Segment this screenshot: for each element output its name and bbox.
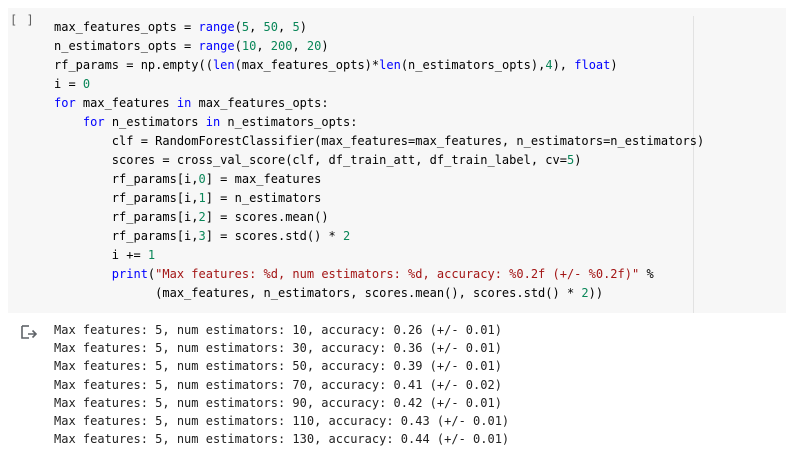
code-token: 2 [581, 286, 589, 300]
code-line: i = 0 [54, 75, 704, 94]
code-token: 10 [241, 39, 257, 53]
code-cell[interactable]: max_features_opts = range(5, 50, 5) n_est… [8, 8, 786, 313]
code-token: clf = RandomForestClassifier(max_feature… [54, 134, 705, 148]
code-token: range [198, 20, 235, 34]
code-line: i += 1 [54, 246, 704, 265]
code-token: i = [54, 77, 83, 91]
output-line: Max features: 5, num estimators: 70, acc… [54, 377, 502, 392]
code-token: 1 [198, 191, 206, 205]
code-token: len [212, 58, 235, 72]
code-token: ] = max_features [205, 172, 322, 186]
run-cell-button[interactable]: [ ] [10, 13, 35, 27]
code-line: for n_estimators in n_estimators_opts: [54, 113, 704, 132]
code-token: float [574, 58, 611, 72]
code-token: i += [54, 248, 148, 262]
code-line: rf_params[i,2] = scores.mean() [54, 208, 704, 227]
code-token: rf_params[i, [54, 172, 199, 186]
code-token: rf_params[i, [54, 229, 199, 243]
code-token: ( [234, 20, 242, 34]
code-line: for max_features in max_features_opts: [54, 94, 704, 113]
code-token: in [205, 115, 221, 129]
code-token: (max_features, n_estimators, scores.mean… [54, 286, 582, 300]
code-token: (max_features_opts)* [234, 58, 380, 72]
code-token: 0 [198, 172, 206, 186]
cell-output: Max features: 5, num estimators: 10, acc… [54, 321, 509, 448]
code-token: (n_estimators_opts), [400, 58, 546, 72]
code-token: ] = scores.std() * [205, 229, 344, 243]
code-token: max_features [75, 96, 177, 110]
output-line: Max features: 5, num estimators: 110, ac… [54, 413, 510, 428]
code-token: , [249, 20, 264, 34]
code-token: rf_params[i, [54, 210, 199, 224]
code-token: max_features_opts: [191, 96, 329, 110]
code-token: ( [234, 39, 242, 53]
code-token: ] = n_estimators [205, 191, 322, 205]
code-token: ) [299, 20, 307, 34]
code-token: n_estimators_opts = [54, 39, 199, 53]
code-line: rf_params[i,1] = n_estimators [54, 189, 704, 208]
code-token: rf_params[i, [54, 191, 199, 205]
code-token: 2 [343, 229, 351, 243]
code-token: % [639, 267, 654, 281]
code-token: 5 [241, 20, 250, 34]
code-token: ) [610, 58, 618, 72]
code-line: scores = cross_val_score(clf, df_train_a… [54, 151, 704, 170]
code-token: in [176, 96, 192, 110]
code-line: n_estimators_opts = range(10, 200, 20) [54, 37, 704, 56]
code-line: (max_features, n_estimators, scores.mean… [54, 284, 704, 303]
code-token: 2 [198, 210, 206, 224]
code-token: 3 [198, 229, 206, 243]
code-token: rf_params = np.empty(( [54, 58, 213, 72]
code-token: 200 [270, 39, 293, 53]
code-token: , [278, 20, 293, 34]
code-token: , [292, 39, 307, 53]
code-token: n_estimators_opts: [220, 115, 358, 129]
code-token: for [54, 96, 76, 110]
code-line: rf_params = np.empty((len(max_features_o… [54, 56, 704, 75]
code-token: "Max features: %d, num estimators: %d, a… [155, 267, 640, 281]
output-line: Max features: 5, num estimators: 90, acc… [54, 395, 502, 410]
code-token: ) [321, 39, 329, 53]
code-editor[interactable]: max_features_opts = range(5, 50, 5) n_est… [54, 18, 704, 303]
code-line: print("Max features: %d, num estimators:… [54, 265, 704, 284]
code-token: max_features_opts = [54, 20, 199, 34]
code-token: 0 [82, 77, 91, 91]
code-token: 4 [545, 58, 553, 72]
output-arrow-icon [21, 325, 38, 339]
output-line: Max features: 5, num estimators: 130, ac… [54, 432, 510, 447]
output-line: Max features: 5, num estimators: 30, acc… [54, 341, 502, 356]
code-token: n_estimators [104, 115, 206, 129]
output-line: Max features: 5, num estimators: 50, acc… [54, 359, 502, 374]
code-token: range [198, 39, 235, 53]
code-token: for [82, 115, 105, 129]
code-token: ) [574, 153, 582, 167]
code-token: )) [588, 286, 604, 300]
code-line: rf_params[i,3] = scores.std() * 2 [54, 227, 704, 246]
code-token: print [111, 267, 148, 281]
code-line: clf = RandomForestClassifier(max_feature… [54, 132, 704, 151]
code-token: len [379, 58, 401, 72]
code-token: ), [552, 58, 575, 72]
code-line: rf_params[i,0] = max_features [54, 170, 704, 189]
code-token: 50 [263, 20, 278, 34]
code-token: 5 [292, 20, 300, 34]
code-token: , [256, 39, 271, 53]
output-line: Max features: 5, num estimators: 10, acc… [54, 323, 502, 337]
code-token: 1 [147, 248, 156, 262]
code-token: 20 [306, 39, 322, 53]
code-token: scores = cross_val_score(clf, df_train_a… [54, 153, 567, 167]
code-line: max_features_opts = range(5, 50, 5) [54, 18, 704, 37]
code-token: ] = scores.mean() [205, 210, 329, 224]
